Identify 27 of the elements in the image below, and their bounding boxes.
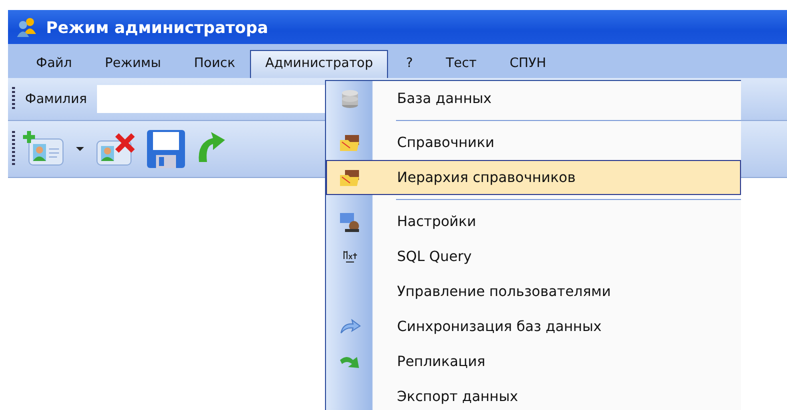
menu-item[interactable]: Экспорт данных (326, 379, 741, 410)
computer-icon (339, 212, 361, 232)
menu-item[interactable]: Репликация (326, 344, 741, 379)
menu-item[interactable]: Тест (428, 50, 492, 78)
menu-item[interactable]: Поиск (176, 50, 250, 78)
field-label: Фамилия (25, 92, 87, 106)
menu-item[interactable]: ? (388, 50, 428, 78)
menu-item[interactable]: Управление пользователями (326, 274, 741, 309)
save-icon[interactable] (145, 128, 187, 170)
folder-icon (339, 134, 361, 152)
caret-icon[interactable] (75, 145, 85, 153)
menu-item[interactable]: Синхронизация баз данных (326, 309, 741, 344)
sql-icon (341, 248, 359, 264)
database-icon (341, 88, 359, 108)
folder-icon (339, 168, 361, 186)
menu-item[interactable]: Справочники (326, 125, 741, 160)
menu-item[interactable]: СПУН (492, 50, 562, 78)
menu-item[interactable]: Файл (18, 50, 87, 78)
menu-item[interactable]: База данных (326, 81, 741, 116)
menu-item[interactable]: Настройки (326, 204, 741, 239)
menu-item[interactable]: Режимы (86, 50, 176, 78)
menu-item[interactable]: Иерархия справочников (326, 160, 741, 195)
curved-arrow-icon (339, 318, 361, 334)
window-title: Режим администратора (46, 18, 268, 36)
users-icon (16, 17, 38, 37)
menu-item[interactable]: Администратор (250, 50, 388, 78)
menu-item[interactable]: SQL Query (326, 239, 741, 274)
